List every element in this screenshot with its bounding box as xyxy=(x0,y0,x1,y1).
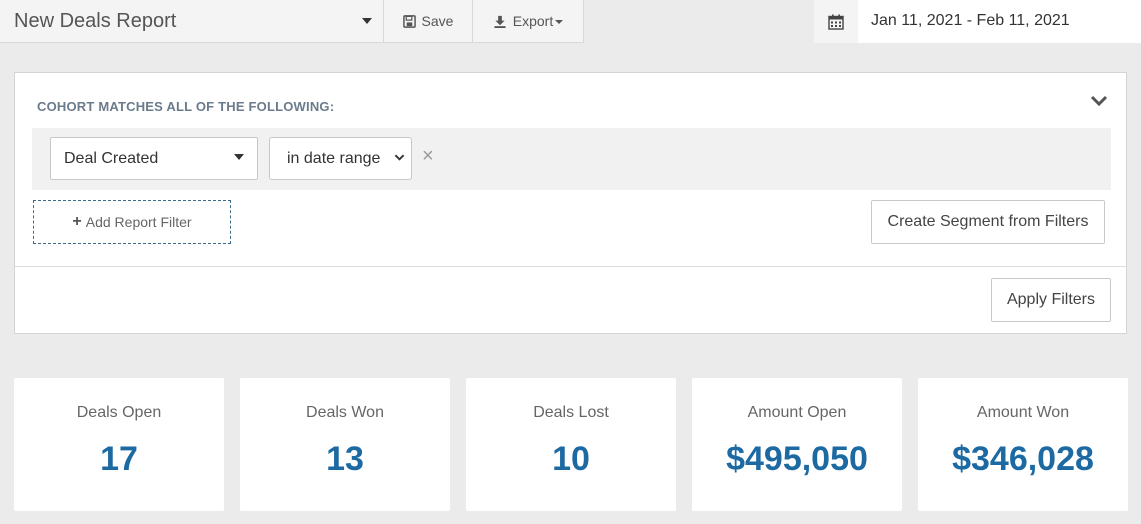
cohort-heading: COHORT MATCHES ALL OF THE FOLLOWING: xyxy=(37,99,335,114)
add-filter-label: Add Report Filter xyxy=(85,214,192,230)
chevron-down-icon xyxy=(394,154,405,161)
report-selector[interactable]: New Deals Report xyxy=(0,0,383,43)
calendar-icon xyxy=(828,14,844,30)
stat-label: Amount Open xyxy=(747,404,847,421)
stat-card-amount-open: Amount Open $495,050 xyxy=(692,378,902,511)
add-report-filter-button[interactable]: + Add Report Filter xyxy=(33,200,231,244)
download-icon xyxy=(494,15,506,28)
filter-panel: COHORT MATCHES ALL OF THE FOLLOWING: Dea… xyxy=(14,72,1127,334)
date-range-text[interactable]: Jan 11, 2021 - Feb 11, 2021 xyxy=(871,12,1070,30)
toolbar: New Deals Report Save Export Jan 11, 202… xyxy=(0,0,1141,44)
stat-label: Deals Lost xyxy=(533,404,609,421)
apply-filters-button[interactable]: Apply Filters xyxy=(991,278,1111,322)
report-title: New Deals Report xyxy=(14,10,177,32)
save-label: Save xyxy=(421,13,454,29)
date-range-picker[interactable]: Jan 11, 2021 - Feb 11, 2021 xyxy=(814,0,1141,43)
stat-card-deals-lost: Deals Lost 10 xyxy=(466,378,676,511)
stat-card-deals-open: Deals Open 17 xyxy=(14,378,224,511)
stat-label: Amount Won xyxy=(976,404,1070,421)
create-segment-button[interactable]: Create Segment from Filters xyxy=(871,200,1105,244)
stat-card-amount-won: Amount Won $346,028 xyxy=(918,378,1128,511)
export-button[interactable]: Export xyxy=(472,0,584,43)
plus-icon: + xyxy=(72,213,82,230)
stat-label: Deals Won xyxy=(306,404,384,421)
calendar-button[interactable] xyxy=(814,0,858,43)
floppy-disk-icon xyxy=(402,14,416,28)
stat-value: 10 xyxy=(552,440,590,478)
stat-value: $346,028 xyxy=(952,440,1094,478)
stat-label: Deals Open xyxy=(76,404,162,421)
caret-down-icon xyxy=(234,154,244,160)
filter-row: Deal Created in date range × xyxy=(32,128,1111,190)
stat-value: 17 xyxy=(100,440,138,478)
close-icon[interactable]: × xyxy=(422,146,434,166)
filter-operator-value: in date range xyxy=(287,150,381,167)
stat-value: $495,050 xyxy=(726,440,868,478)
filter-field-value: Deal Created xyxy=(64,150,159,167)
chevron-down-icon[interactable] xyxy=(1089,93,1109,109)
caret-down-icon xyxy=(362,18,372,24)
divider xyxy=(15,266,1126,267)
stat-card-deals-won: Deals Won 13 xyxy=(240,378,450,511)
filter-operator-select[interactable]: in date range xyxy=(269,137,412,180)
save-button[interactable]: Save xyxy=(383,0,472,43)
caret-down-icon xyxy=(555,20,564,24)
export-label: Export xyxy=(512,13,554,29)
filter-field-select[interactable]: Deal Created xyxy=(50,137,258,180)
stat-value: 13 xyxy=(326,440,364,478)
